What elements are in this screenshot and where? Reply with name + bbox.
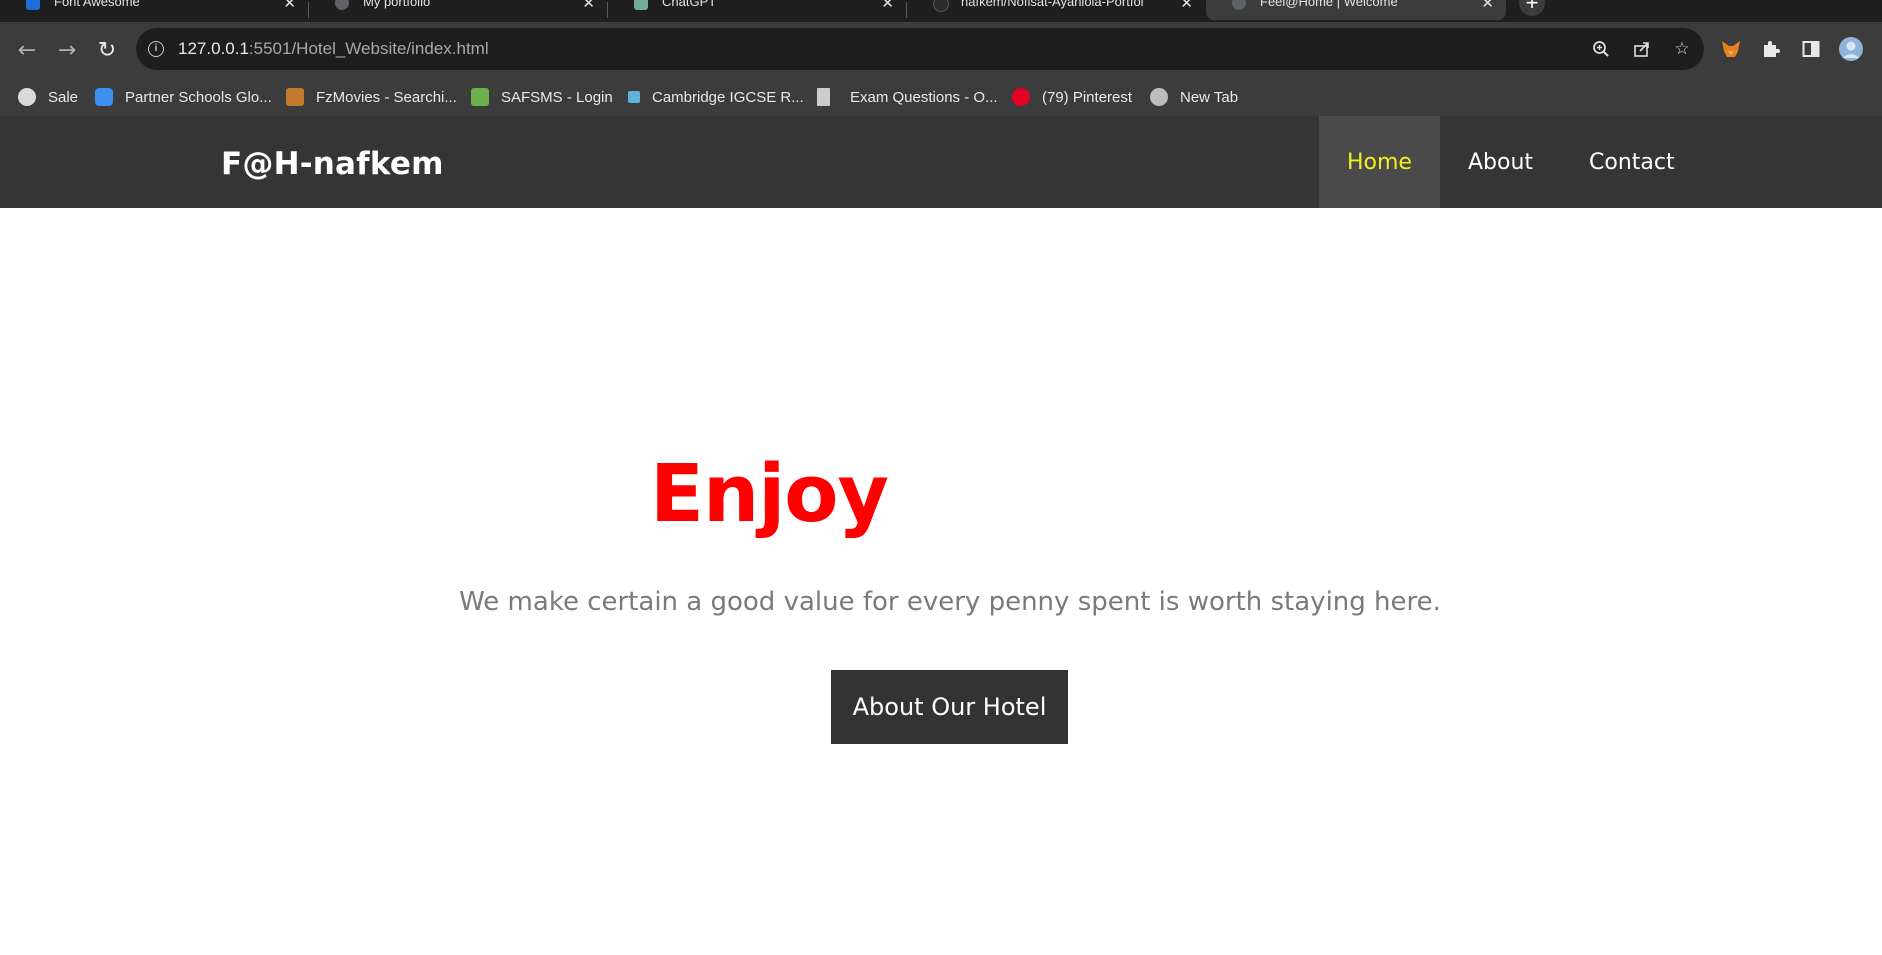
- address-bar[interactable]: i 127.0.0.1:5501/Hotel_Website/index.htm…: [136, 28, 1704, 70]
- back-arrow-icon[interactable]: ←: [13, 36, 41, 64]
- reload-icon[interactable]: ↻: [93, 36, 121, 64]
- bookmark-cambridge[interactable]: Cambridge IGCSE R...: [628, 86, 804, 108]
- bookmark-pinterest[interactable]: (79) Pinterest: [1012, 86, 1132, 108]
- hero-title: Enjoy: [650, 448, 889, 540]
- browser-tab-title: ChatGPT: [662, 0, 717, 9]
- bookmark-partner-schools[interactable]: Partner Schools Glo...: [95, 86, 272, 108]
- fzmovies-icon: [286, 88, 304, 106]
- url-path: :5501/Hotel_Website/index.html: [248, 39, 489, 58]
- nav-home[interactable]: Home: [1319, 116, 1440, 208]
- globe-icon: [1150, 88, 1168, 106]
- bookmark-label: New Tab: [1180, 88, 1239, 106]
- bookmark-label: Exam Questions - O...: [850, 88, 998, 106]
- bookmark-label: Sale: [48, 88, 79, 106]
- browser-tabstrip: Font Awesome ✕ My portfolio ✕ ChatGPT ✕ …: [0, 0, 1882, 22]
- bookmark-star-icon[interactable]: ☆: [1671, 38, 1693, 60]
- bookmark-label: Cambridge IGCSE R...: [652, 88, 804, 106]
- bookmark-label: FzMovies - Searchi...: [316, 88, 457, 106]
- close-icon[interactable]: ✕: [1481, 0, 1494, 12]
- browser-tab-chatgpt[interactable]: ChatGPT ✕: [608, 0, 906, 20]
- browser-toolbar: ← → ↻ i 127.0.0.1:5501/Hotel_Website/ind…: [0, 22, 1882, 78]
- metamask-icon[interactable]: [1718, 36, 1744, 62]
- close-icon[interactable]: ✕: [582, 0, 595, 12]
- bookmark-new-tab[interactable]: New Tab: [1150, 86, 1238, 108]
- site-header: F@H-nafkem Home About Contact: [0, 116, 1882, 208]
- close-icon[interactable]: ✕: [1180, 0, 1193, 12]
- side-panel-icon[interactable]: [1798, 36, 1824, 62]
- pinterest-icon: [1012, 88, 1030, 106]
- globe-icon: [335, 0, 349, 10]
- puzzle-extensions-icon[interactable]: [1758, 36, 1784, 62]
- browser-tab-title: nafkem/Nofisat-Ayanlola-Portfol: [961, 0, 1144, 9]
- url-host: 127.0.0.1: [178, 39, 249, 58]
- bookmark-exam-questions[interactable]: Exam Questions - O...: [817, 86, 998, 108]
- bookmark-sale[interactable]: Sale: [18, 86, 78, 108]
- address-url[interactable]: 127.0.0.1:5501/Hotel_Website/index.html: [178, 39, 489, 59]
- browser-tab-active[interactable]: Feel@Home | Welcome ✕: [1206, 0, 1506, 20]
- share-icon[interactable]: [1631, 38, 1653, 60]
- about-hotel-button[interactable]: About Our Hotel: [831, 670, 1068, 744]
- browser-tab-font-awesome[interactable]: Font Awesome ✕: [0, 0, 308, 20]
- cambridge-icon: [628, 91, 640, 103]
- font-awesome-icon: [26, 0, 40, 10]
- profile-avatar-icon[interactable]: [1838, 36, 1864, 62]
- bookmark-label: SAFSMS - Login: [501, 88, 613, 106]
- bookmark-safsms[interactable]: SAFSMS - Login: [471, 86, 613, 108]
- close-icon[interactable]: ✕: [283, 0, 296, 12]
- github-icon: [933, 0, 949, 12]
- partner-schools-icon: [95, 88, 113, 106]
- nav-about[interactable]: About: [1440, 116, 1561, 208]
- browser-tab-github[interactable]: nafkem/Nofisat-Ayanlola-Portfol ✕: [907, 0, 1205, 20]
- new-tab-button[interactable]: +: [1519, 0, 1545, 16]
- chatgpt-icon: [634, 0, 648, 10]
- close-icon[interactable]: ✕: [881, 0, 894, 12]
- bookmark-label: (79) Pinterest: [1042, 88, 1133, 106]
- sale-icon: [18, 88, 36, 106]
- bookmark-label: Partner Schools Glo...: [125, 88, 272, 106]
- site-info-icon[interactable]: i: [148, 41, 164, 57]
- bookmarks-bar: Sale Partner Schools Glo... FzMovies - S…: [0, 78, 1882, 117]
- forward-arrow-icon[interactable]: →: [53, 36, 81, 64]
- main-nav: Home About Contact: [1319, 116, 1703, 208]
- nav-contact[interactable]: Contact: [1561, 116, 1703, 208]
- globe-icon: [1232, 0, 1246, 10]
- browser-tab-title: Font Awesome: [54, 0, 140, 9]
- hero-subtitle: We make certain a good value for every p…: [459, 587, 1441, 617]
- browser-tab-my-portfolio[interactable]: My portfolio ✕: [309, 0, 607, 20]
- zoom-icon[interactable]: [1590, 38, 1612, 60]
- bookmark-fzmovies[interactable]: FzMovies - Searchi...: [286, 86, 457, 108]
- safsms-icon: [471, 88, 489, 106]
- browser-tab-title: Feel@Home | Welcome: [1260, 0, 1398, 9]
- browser-tab-title: My portfolio: [363, 0, 431, 9]
- site-logo[interactable]: F@H-nafkem: [221, 146, 444, 182]
- document-icon: [817, 88, 830, 106]
